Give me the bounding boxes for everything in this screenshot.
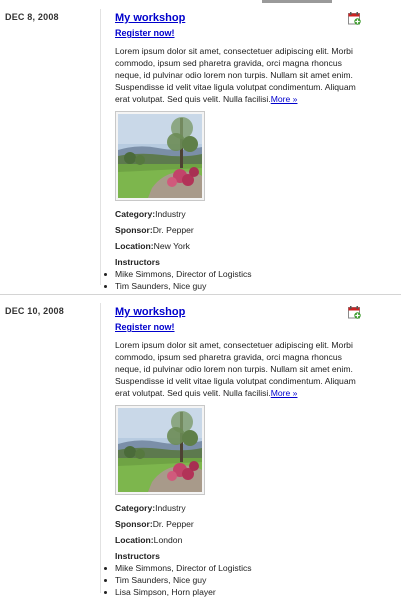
event-meta: Category:Industry Sponsor:Dr. Pepper Loc… [115, 208, 365, 252]
column-divider [100, 303, 101, 593]
event-date: DEC 10, 2008 [5, 306, 64, 316]
category-label: Category: [115, 503, 156, 513]
sponsor-row: Sponsor:Dr. Pepper [115, 224, 365, 236]
sponsor-value: Dr. Pepper [152, 225, 194, 235]
register-link[interactable]: Register now! [115, 27, 365, 40]
category-row: Category:Industry [115, 502, 365, 514]
calendar-add-icon[interactable] [348, 306, 361, 319]
location-row: Location:New York [115, 240, 365, 252]
register-link[interactable]: Register now! [115, 321, 365, 334]
location-label: Location: [115, 535, 154, 545]
category-value: Industry [155, 209, 186, 219]
instructors-list: Mike Simmons, Director of Logistics Tim … [104, 268, 365, 292]
instructor-item: Tim Saunders, Nice guy [104, 574, 365, 586]
location-value: New York [153, 241, 190, 251]
instructor-item: Tim Saunders, Nice guy [104, 280, 365, 292]
description-text: Lorem ipsum dolor sit amet, consectetuer… [115, 46, 356, 104]
event-separator [0, 294, 401, 295]
event-meta: Category:Industry Sponsor:Dr. Pepper Loc… [115, 502, 365, 546]
location-value: London [153, 535, 183, 545]
event-title-link[interactable]: My workshop [115, 11, 365, 25]
instructors-list: Mike Simmons, Director of Logistics Tim … [104, 562, 365, 598]
event-photo[interactable] [115, 405, 205, 495]
calendar-add-icon[interactable] [348, 12, 361, 25]
landscape-photo-image [118, 408, 202, 492]
more-link[interactable]: More » [271, 388, 298, 398]
location-row: Location:London [115, 534, 365, 546]
sponsor-value: Dr. Pepper [152, 519, 194, 529]
instructor-item: Mike Simmons, Director of Logistics [104, 562, 365, 574]
sponsor-row: Sponsor:Dr. Pepper [115, 518, 365, 530]
instructor-item: Lisa Simpson, Horn player [104, 586, 365, 598]
sponsor-label: Sponsor: [115, 225, 153, 235]
category-value: Industry [155, 503, 186, 513]
top-tab-strip [0, 0, 401, 4]
event-details: My workshop Register now! Lorem ipsum do… [104, 303, 365, 598]
event-date: DEC 8, 2008 [5, 12, 59, 22]
description-text: Lorem ipsum dolor sit amet, consectetuer… [115, 340, 356, 398]
sponsor-label: Sponsor: [115, 519, 153, 529]
event-details: My workshop Register now! Lorem ipsum do… [104, 9, 365, 292]
event-photo[interactable] [115, 111, 205, 201]
event-description: Lorem ipsum dolor sit amet, consectetuer… [115, 45, 365, 105]
active-tab-indicator [262, 0, 332, 3]
more-link[interactable]: More » [271, 94, 298, 104]
category-label: Category: [115, 209, 156, 219]
column-divider [100, 9, 101, 285]
event-description: Lorem ipsum dolor sit amet, consectetuer… [115, 339, 365, 399]
event-title-link[interactable]: My workshop [115, 305, 365, 319]
landscape-photo-image [118, 114, 202, 198]
instructors-heading: Instructors [115, 551, 160, 561]
category-row: Category:Industry [115, 208, 365, 220]
location-label: Location: [115, 241, 154, 251]
instructors-heading: Instructors [115, 257, 160, 267]
instructor-item: Mike Simmons, Director of Logistics [104, 268, 365, 280]
